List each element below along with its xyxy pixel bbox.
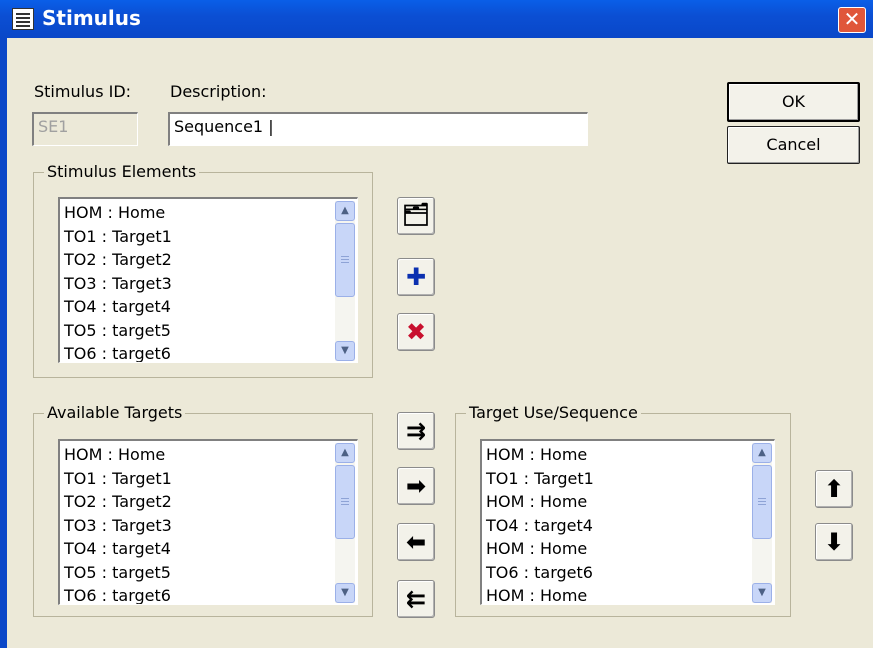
properties-button[interactable]: 🗂: [397, 197, 435, 235]
list-item[interactable]: TO5 : target5: [64, 319, 172, 343]
title-bar: Stimulus ✕: [0, 0, 873, 38]
scroll-down-button[interactable]: ▼: [335, 341, 355, 361]
remove-all-icon: ⇇: [405, 585, 427, 613]
move-up-icon: ⬆: [823, 475, 845, 503]
delete-element-button[interactable]: ✖: [397, 313, 435, 351]
list-item[interactable]: TO3 : Target3: [64, 514, 172, 538]
stimulus-id-field: SE1: [32, 112, 138, 146]
list-item[interactable]: TO4 : target4: [64, 295, 172, 319]
scroll-thumb[interactable]: [335, 223, 355, 297]
list-item[interactable]: TO2 : Target2: [64, 248, 172, 272]
target-sequence-label: Target Use/Sequence: [466, 403, 641, 422]
cancel-button[interactable]: Cancel: [727, 126, 860, 164]
list-item[interactable]: TO1 : Target1: [64, 225, 172, 249]
list-item[interactable]: HOM : Home: [486, 443, 594, 467]
move-up-button[interactable]: ⬆: [815, 470, 853, 508]
add-all-icon: ⇉: [405, 417, 427, 445]
list-item[interactable]: TO5 : target5: [64, 561, 172, 585]
available-targets-list[interactable]: HOM : Home TO1 : Target1 TO2 : Target2 T…: [58, 439, 358, 605]
move-down-icon: ⬇: [823, 528, 845, 556]
list-item[interactable]: TO6 : target6: [64, 584, 172, 604]
properties-icon: 🗂: [402, 203, 430, 228]
scroll-down-button[interactable]: ▼: [752, 583, 772, 603]
scroll-down-button[interactable]: ▼: [335, 583, 355, 603]
list-item[interactable]: HOM : Home: [486, 490, 594, 514]
description-label: Description:: [170, 82, 267, 101]
remove-all-button[interactable]: ⇇: [397, 580, 435, 618]
list-item[interactable]: HOM : Home: [64, 443, 172, 467]
window-title: Stimulus: [42, 6, 141, 30]
available-targets-label: Available Targets: [44, 403, 186, 422]
add-all-button[interactable]: ⇉: [397, 412, 435, 450]
list-item[interactable]: TO2 : Target2: [64, 490, 172, 514]
remove-selected-icon: ⬅: [405, 528, 427, 556]
list-item[interactable]: TO1 : Target1: [64, 467, 172, 491]
stimulus-elements-list[interactable]: HOM : Home TO1 : Target1 TO2 : Target2 T…: [58, 197, 358, 363]
add-icon: ✚: [405, 263, 427, 291]
scroll-up-button[interactable]: ▲: [752, 443, 772, 463]
scroll-up-button[interactable]: ▲: [335, 201, 355, 221]
vertical-scrollbar[interactable]: ▲ ▼: [335, 443, 355, 603]
ok-button[interactable]: OK: [727, 82, 860, 122]
window-frame: [0, 38, 7, 648]
list-item[interactable]: TO6 : target6: [486, 561, 594, 585]
list-item[interactable]: HOM : Home: [486, 537, 594, 561]
add-element-button[interactable]: ✚: [397, 258, 435, 296]
vertical-scrollbar[interactable]: ▲ ▼: [335, 201, 355, 361]
window-icon: [12, 8, 34, 30]
scroll-up-button[interactable]: ▲: [335, 443, 355, 463]
list-item[interactable]: TO6 : target6: [64, 342, 172, 362]
description-input[interactable]: Sequence1 |: [168, 112, 588, 146]
scroll-thumb[interactable]: [752, 465, 772, 539]
target-sequence-list[interactable]: HOM : Home TO1 : Target1 HOM : Home TO4 …: [480, 439, 775, 605]
add-selected-icon: ➡: [405, 472, 427, 500]
list-item[interactable]: TO4 : target4: [64, 537, 172, 561]
list-item[interactable]: TO1 : Target1: [486, 467, 594, 491]
close-button[interactable]: ✕: [838, 7, 866, 33]
stimulus-id-label: Stimulus ID:: [34, 82, 132, 101]
move-down-button[interactable]: ⬇: [815, 523, 853, 561]
add-selected-button[interactable]: ➡: [397, 467, 435, 505]
scroll-thumb[interactable]: [335, 465, 355, 539]
list-item[interactable]: TO3 : Target3: [64, 272, 172, 296]
list-item[interactable]: TO4 : target4: [486, 514, 594, 538]
list-item[interactable]: HOM : Home: [64, 201, 172, 225]
delete-icon: ✖: [405, 318, 427, 346]
vertical-scrollbar[interactable]: ▲ ▼: [752, 443, 772, 603]
list-item[interactable]: HOM : Home: [486, 584, 594, 604]
stimulus-elements-label: Stimulus Elements: [44, 162, 200, 181]
remove-selected-button[interactable]: ⬅: [397, 523, 435, 561]
